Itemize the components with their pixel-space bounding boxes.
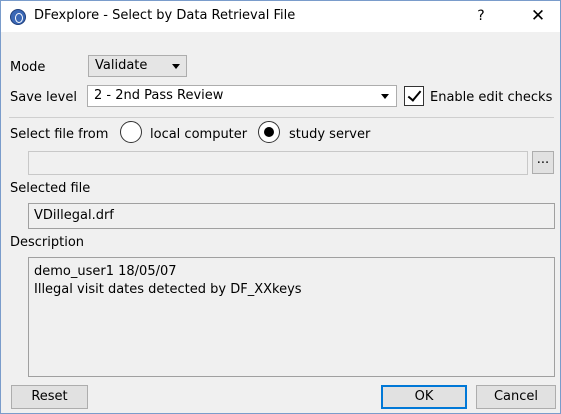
description-line: Illegal visit dates detected by DF_XXkey… xyxy=(34,282,302,297)
chevron-down-icon xyxy=(381,94,389,99)
mode-select[interactable]: Validate xyxy=(88,55,187,77)
enable-edit-checks-label: Enable edit checks xyxy=(430,90,553,105)
save-level-select-value: 2 - 2nd Pass Review xyxy=(94,88,224,103)
title-bar: DFexplore - Select by Data Retrieval Fil… xyxy=(1,1,560,32)
close-button[interactable]: ✕ xyxy=(527,5,549,27)
description-label: Description xyxy=(10,235,85,250)
chevron-down-icon xyxy=(172,64,180,69)
browse-button[interactable]: ... xyxy=(532,151,554,174)
window-title: DFexplore - Select by Data Retrieval Fil… xyxy=(34,8,296,23)
dfexplore-app-icon xyxy=(10,9,26,25)
cancel-button[interactable]: Cancel xyxy=(476,385,556,409)
selected-file-label: Selected file xyxy=(10,181,91,196)
radio-local-computer[interactable] xyxy=(120,121,142,143)
mode-select-value: Validate xyxy=(95,58,148,73)
file-path-input[interactable] xyxy=(28,151,528,175)
selected-file-field[interactable]: VDillegal.drf xyxy=(28,203,555,229)
radio-study-server-label: study server xyxy=(289,127,371,142)
description-line: demo_user1 18/05/07 xyxy=(34,264,177,279)
reset-button[interactable]: Reset xyxy=(11,385,88,409)
select-file-from-label: Select file from xyxy=(10,127,109,142)
save-level-select[interactable]: 2 - 2nd Pass Review xyxy=(87,85,397,107)
mode-label: Mode xyxy=(10,60,46,75)
help-button[interactable]: ? xyxy=(471,6,491,26)
dialog-window: DFexplore - Select by Data Retrieval Fil… xyxy=(0,0,561,414)
save-level-label: Save level xyxy=(10,90,77,105)
description-textarea[interactable]: demo_user1 18/05/07 Illegal visit dates … xyxy=(28,257,555,377)
radio-study-server[interactable] xyxy=(258,121,280,143)
radio-local-computer-label: local computer xyxy=(150,127,248,142)
enable-edit-checks-checkbox[interactable] xyxy=(404,86,424,106)
ok-button[interactable]: OK xyxy=(381,385,467,409)
separator xyxy=(9,117,554,118)
selected-file-value: VDillegal.drf xyxy=(34,208,114,223)
